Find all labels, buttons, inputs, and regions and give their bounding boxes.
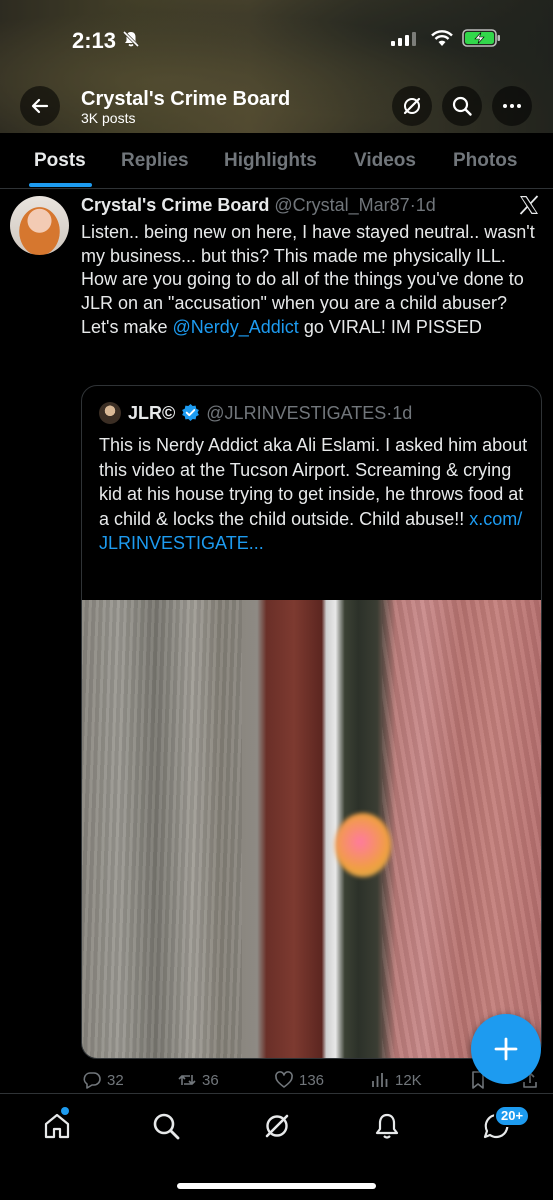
quote-header: JLR© @JLRINVESTIGATES·1d [128, 403, 412, 424]
battery-charging-icon [462, 29, 500, 47]
compose-post-button[interactable] [471, 1014, 541, 1084]
quoted-tweet[interactable]: JLR© @JLRINVESTIGATES·1d This is Nerdy A… [81, 385, 542, 1059]
grok-button[interactable] [392, 86, 432, 126]
tab-photos[interactable]: Photos [453, 150, 517, 172]
more-options-button[interactable] [492, 86, 532, 126]
status-bar: 2:13 [0, 26, 553, 56]
tweet-author-name[interactable]: Crystal's Crime Board [81, 195, 269, 215]
profile-name: Crystal's Crime Board [81, 88, 291, 110]
repost-count: 36 [202, 1071, 219, 1089]
tweet-age: 1d [415, 195, 436, 215]
more-dots-icon [503, 104, 521, 108]
view-count: 12K [395, 1071, 422, 1089]
tweet-handle[interactable]: @Crystal_Mar87 [274, 195, 409, 215]
media-blurred-figure [335, 813, 391, 877]
quote-age: 1d [392, 403, 413, 423]
media-texture [82, 600, 242, 1058]
quote-avatar [99, 402, 121, 424]
home-notification-dot [61, 1107, 69, 1115]
heart-icon [275, 1071, 293, 1088]
home-indicator [177, 1183, 376, 1189]
bell-off-icon [122, 30, 140, 48]
profile-header: 2:13 Crystal's Crime Board 3K posts [0, 0, 553, 133]
quote-text: This is Nerdy Addict aka Ali Eslami. I a… [99, 433, 529, 556]
back-button[interactable] [20, 86, 60, 126]
reply-button[interactable]: 32 [82, 1070, 124, 1090]
profile-tabs: Posts Replies Highlights Videos Photos [0, 133, 553, 189]
tweet-header: Crystal's Crime Board @Crystal_Mar87·1d [81, 195, 436, 216]
views-button[interactable]: 12K [370, 1070, 422, 1090]
home-icon[interactable] [42, 1111, 72, 1141]
repost-button[interactable]: 36 [177, 1070, 219, 1090]
quote-media-video[interactable] [82, 600, 541, 1058]
reply-icon [83, 1072, 101, 1089]
repost-icon [178, 1075, 196, 1085]
messages-badge: 20+ [494, 1105, 531, 1127]
like-button[interactable]: 136 [274, 1070, 324, 1090]
post-count: 3K posts [81, 110, 136, 126]
like-count: 136 [299, 1071, 325, 1089]
grok-icon [403, 97, 421, 115]
analytics-icon [372, 1073, 388, 1087]
search-icon [452, 96, 472, 116]
avatar[interactable] [10, 196, 69, 255]
active-tab-indicator [29, 183, 92, 187]
arrow-left-icon [31, 98, 49, 114]
header-nav: Crystal's Crime Board 3K posts [0, 86, 553, 126]
tab-highlights[interactable]: Highlights [224, 150, 317, 172]
cellular-signal-icon [391, 32, 416, 46]
plus-icon [494, 1037, 518, 1061]
tab-videos[interactable]: Videos [354, 150, 416, 172]
quote-author-name: JLR© [128, 403, 176, 423]
media-texture [382, 600, 541, 1058]
tweet-actions: 32 36 136 12K [0, 1070, 553, 1092]
grok-icon[interactable] [262, 1111, 292, 1141]
reply-count: 32 [107, 1071, 124, 1089]
tab-replies[interactable]: Replies [121, 150, 189, 172]
quote-handle: @JLRINVESTIGATES [206, 403, 387, 423]
tab-posts[interactable]: Posts [34, 150, 86, 172]
tweet-text-part: go VIRAL! IM PISSED [298, 316, 482, 337]
tweet-text: Listen.. being new on here, I have staye… [81, 221, 541, 340]
quote-text-body: This is Nerdy Addict aka Ali Eslami. I a… [99, 435, 528, 529]
mention-link[interactable]: @Nerdy_Addict [172, 317, 298, 337]
x-logo-icon [519, 195, 539, 215]
status-time: 2:13 [72, 28, 117, 53]
explore-search-icon[interactable] [151, 1111, 181, 1141]
wifi-icon [431, 30, 453, 46]
search-button[interactable] [442, 86, 482, 126]
verified-badge-icon [182, 403, 200, 422]
notifications-bell-icon[interactable] [372, 1111, 402, 1141]
